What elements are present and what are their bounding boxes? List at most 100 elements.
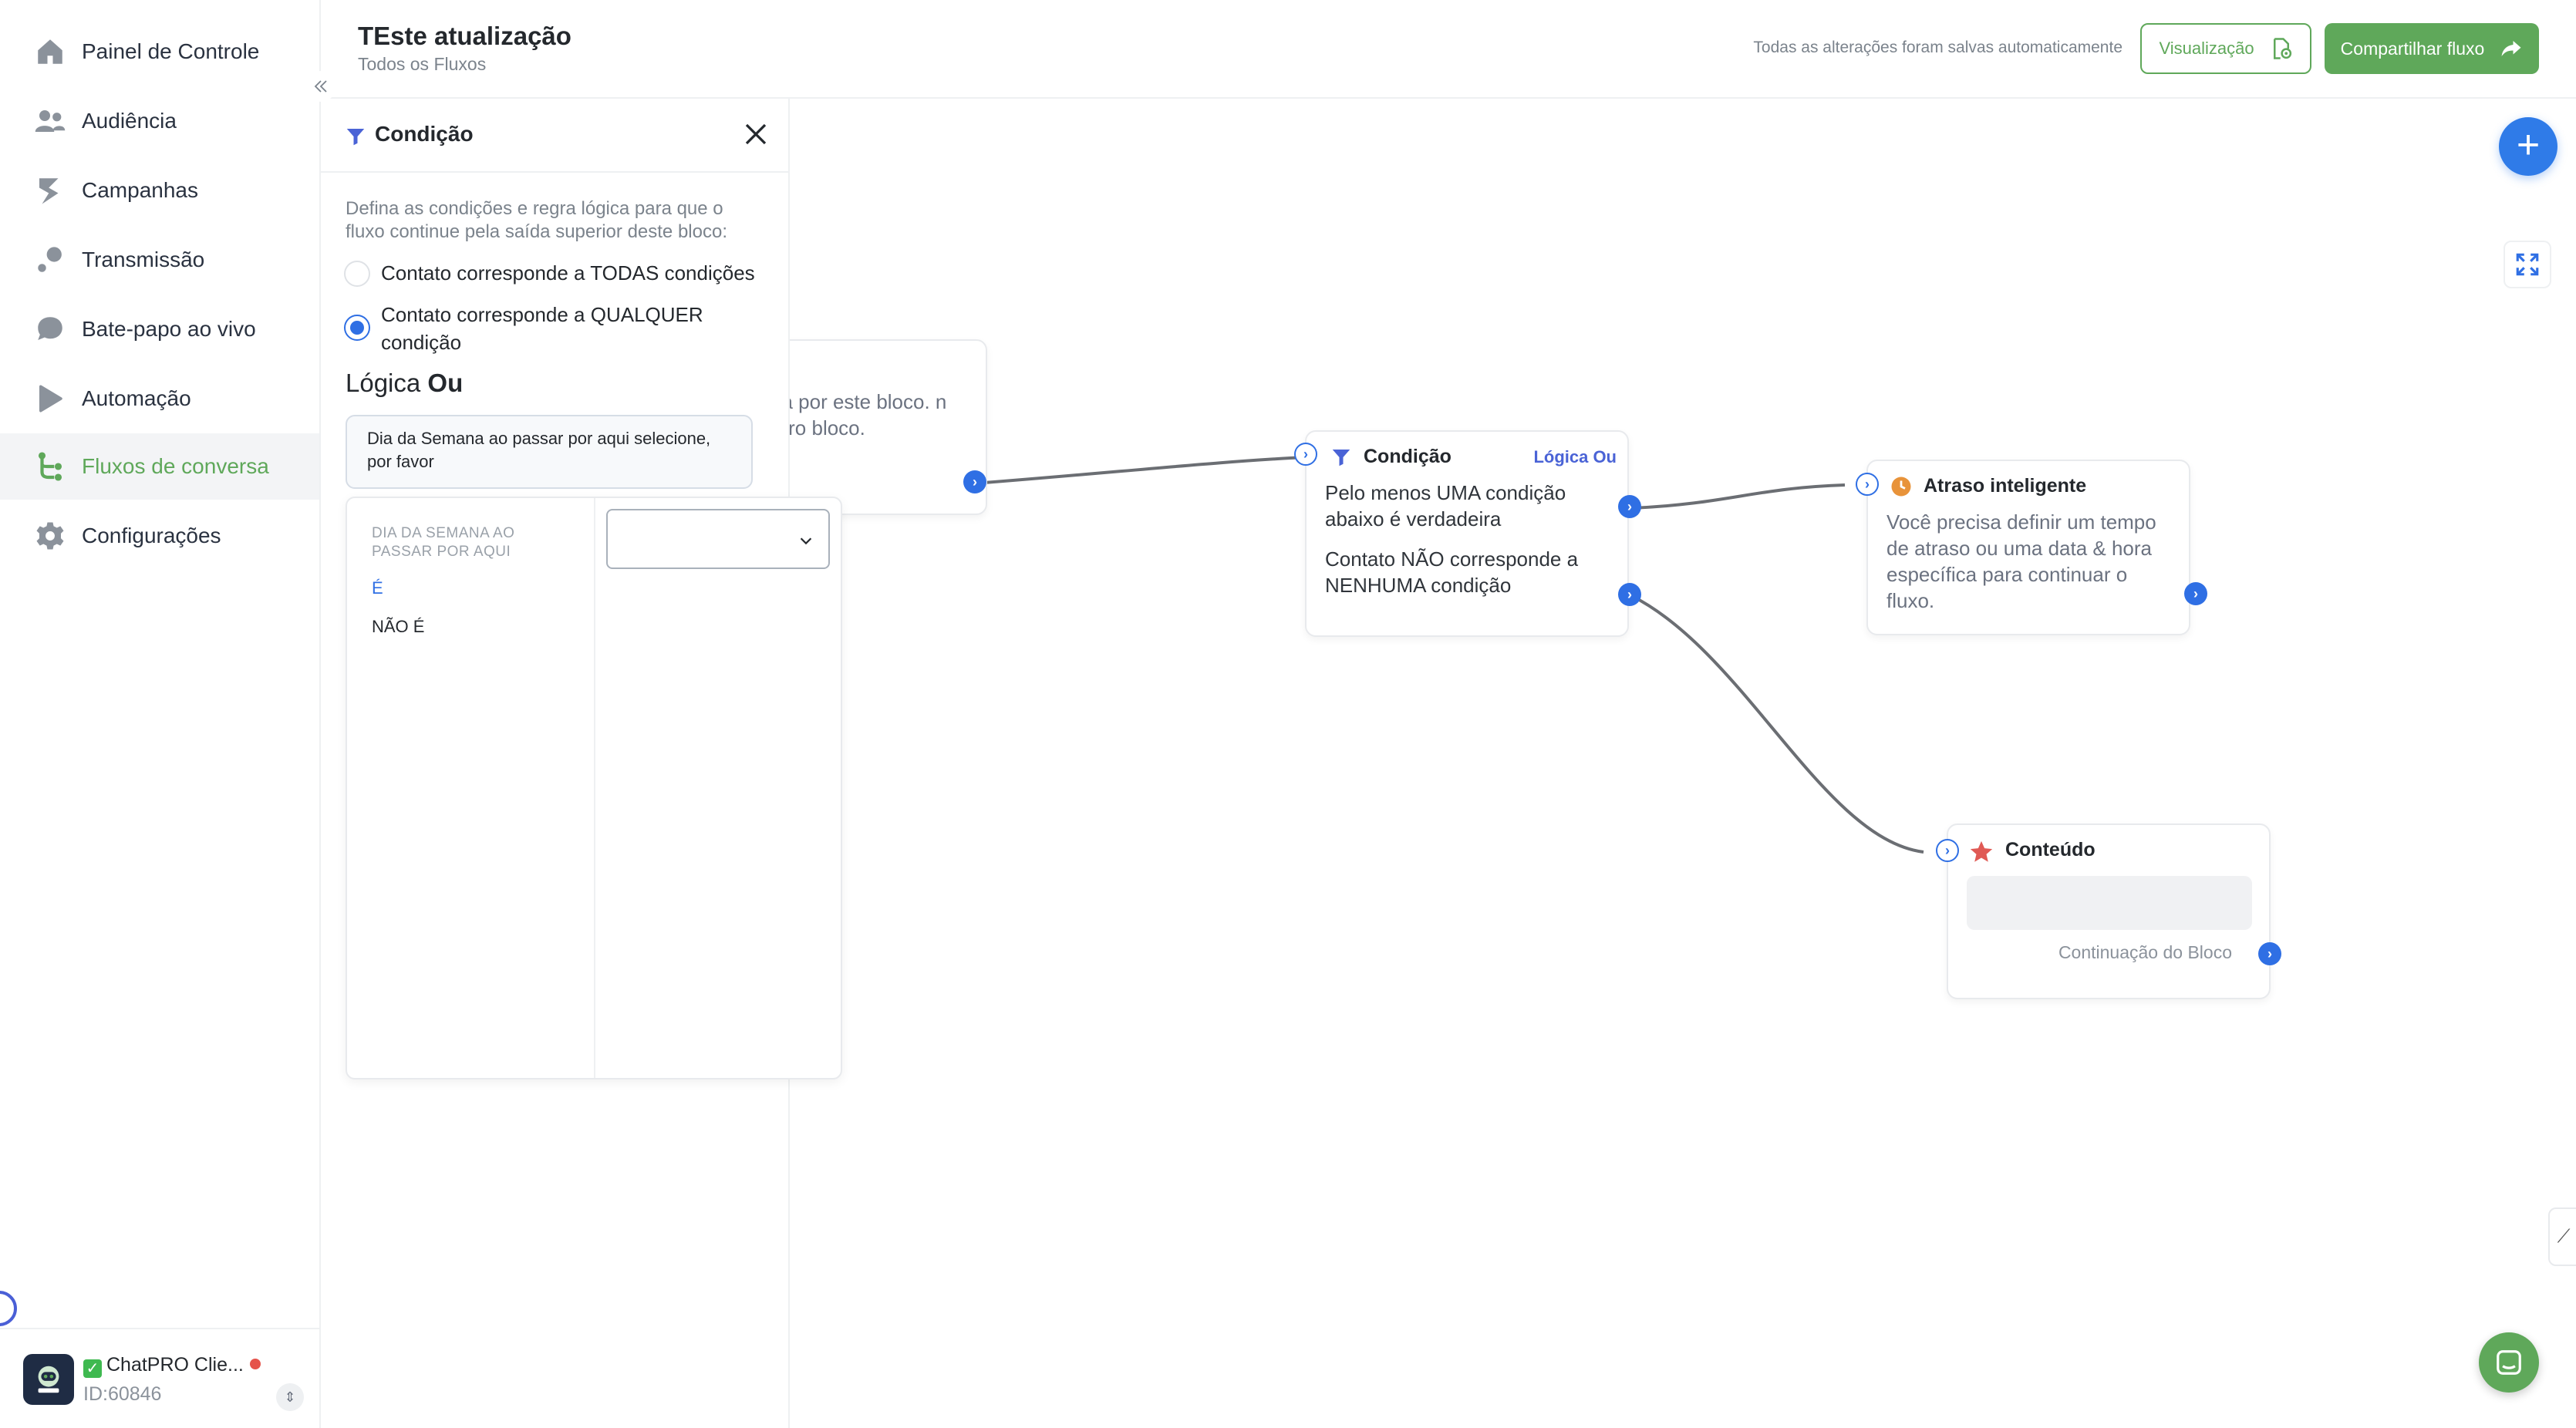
flow-canvas[interactable]: al eça por este bloco. n outro bloco. › … bbox=[790, 99, 2576, 1428]
double-chevron-left-icon bbox=[314, 80, 327, 93]
flow-connections bbox=[974, 456, 1924, 854]
radio-label: Contato corresponde a QUALQUER condição bbox=[381, 303, 703, 354]
condition-false-output-port[interactable]: › bbox=[1618, 583, 1641, 606]
condition-false-text: Contato NÃO corresponde a NENHUMA condiç… bbox=[1325, 547, 1579, 597]
automation-icon bbox=[34, 382, 66, 415]
logic-prefix: Lógica bbox=[346, 369, 421, 397]
node-title: Condição bbox=[1364, 446, 1452, 467]
radio-match-all[interactable] bbox=[344, 261, 370, 287]
sidebar-item-label: Campanhas bbox=[82, 178, 198, 202]
node-title: Conteúdo bbox=[2005, 839, 2096, 861]
sidebar-item-label: Fluxos de conversa bbox=[82, 454, 269, 478]
preview-document-icon bbox=[2273, 38, 2291, 59]
clock-icon bbox=[1891, 477, 1911, 497]
sidebar-item-label: Audiência bbox=[82, 109, 177, 133]
sidebar-item-label: Automação bbox=[82, 386, 191, 410]
sidebar-item-dashboard[interactable]: Painel de Controle bbox=[0, 19, 319, 85]
minimap-toggle-icon[interactable]: ⟋ bbox=[2548, 1207, 2576, 1266]
support-chat-button[interactable] bbox=[2479, 1332, 2539, 1393]
funnel-icon bbox=[346, 129, 365, 146]
panel-title: Condição bbox=[375, 122, 474, 146]
condition-node-input-port[interactable]: › bbox=[1294, 443, 1317, 466]
logic-value: Ou bbox=[427, 369, 464, 397]
close-icon[interactable] bbox=[742, 120, 770, 148]
sidebar-item-settings[interactable]: Configurações bbox=[0, 503, 319, 569]
sidebar-item-label: Configurações bbox=[82, 524, 221, 547]
preview-button-label: Visualização bbox=[2159, 39, 2254, 58]
sidebar-item-conversation-flows[interactable]: Fluxos de conversa bbox=[0, 433, 319, 500]
chatpro-logo-icon bbox=[38, 1366, 59, 1393]
sidebar-item-label: Painel de Controle bbox=[82, 39, 260, 63]
start-node[interactable]: al eça por este bloco. n outro bloco. bbox=[790, 339, 987, 515]
radio-label: Contato corresponde a TODAS condições bbox=[381, 261, 755, 285]
campaign-icon bbox=[34, 174, 66, 207]
save-status-text: Todas as alterações foram salvas automat… bbox=[1753, 39, 2123, 56]
condition-true-text: Pelo menos UMA condição abaixo é verdade… bbox=[1325, 481, 1566, 530]
expand-icon bbox=[2516, 253, 2539, 276]
share-flow-button[interactable]: Compartilhar fluxo bbox=[2325, 23, 2539, 74]
gear-icon bbox=[34, 520, 66, 552]
sidebar-item-label: Transmissão bbox=[82, 248, 205, 271]
node-text: Você precisa definir um tempo de atraso … bbox=[1886, 510, 2156, 612]
status-dot bbox=[250, 1359, 261, 1369]
add-block-button[interactable]: + bbox=[2499, 117, 2557, 176]
sidebar-item-broadcast[interactable]: Transmissão bbox=[0, 227, 319, 293]
delay-node-output-port[interactable]: › bbox=[2184, 582, 2207, 605]
help-circle-icon[interactable] bbox=[0, 1291, 17, 1326]
sidebar-item-live-chat[interactable]: Bate-papo ao vivo bbox=[0, 296, 319, 362]
collapse-sidebar-button[interactable] bbox=[305, 71, 336, 102]
sidebar-item-campaigns[interactable]: Campanhas bbox=[0, 157, 319, 224]
sidebar: Painel de Controle Audiência Campanhas T… bbox=[0, 0, 321, 1428]
link-condition-true-to-delay bbox=[1631, 483, 1846, 510]
condition-editor-popover: DIA DA SEMANA AO PASSAR POR AQUI É NÃO É bbox=[346, 497, 842, 1079]
condition-summary: Dia da Semana ao passar por aqui selecio… bbox=[367, 429, 711, 471]
condition-panel: Condição Defina as condições e regra lóg… bbox=[321, 99, 842, 1428]
condition-item[interactable]: Dia da Semana ao passar por aqui selecio… bbox=[346, 415, 753, 489]
chevron-down-icon bbox=[800, 537, 812, 545]
content-placeholder bbox=[1967, 876, 2252, 930]
sidebar-item-automation[interactable]: Automação bbox=[0, 365, 319, 432]
broadcast-icon bbox=[34, 244, 66, 276]
preview-button[interactable]: Visualização bbox=[2140, 23, 2311, 74]
smart-delay-node[interactable]: Atraso inteligente Você precisa definir … bbox=[1866, 460, 2190, 635]
content-node-output-port[interactable]: › bbox=[2258, 942, 2281, 965]
condition-true-output-port[interactable]: › bbox=[1618, 495, 1641, 518]
top-header: TEste atualização Todos os Fluxos Todas … bbox=[321, 0, 2576, 99]
condition-value-select[interactable] bbox=[606, 509, 830, 569]
operator-is[interactable]: É bbox=[372, 578, 383, 598]
logic-badge: Lógica Ou bbox=[1533, 447, 1617, 466]
account-switcher[interactable]: ✓ ChatPRO Clie... ID:60846 ⇕ bbox=[0, 1328, 319, 1428]
share-arrow-icon bbox=[2501, 41, 2521, 56]
operator-is-not[interactable]: NÃO É bbox=[372, 617, 424, 637]
flow-icon bbox=[34, 450, 66, 483]
users-icon bbox=[34, 105, 66, 137]
account-switch-chevrons-icon[interactable]: ⇕ bbox=[276, 1383, 304, 1411]
account-name: ChatPRO Clie... bbox=[106, 1354, 244, 1376]
account-id: ID:60846 bbox=[83, 1383, 162, 1405]
start-node-output-port[interactable]: › bbox=[963, 470, 986, 493]
condition-field-label: DIA DA SEMANA AO PASSAR POR AQUI bbox=[372, 525, 515, 560]
page-title: TEste atualização bbox=[358, 22, 572, 50]
content-node-input-port[interactable]: › bbox=[1936, 839, 1959, 862]
node-title: Atraso inteligente bbox=[1924, 475, 2087, 497]
sidebar-item-label: Bate-papo ao vivo bbox=[82, 317, 256, 341]
logic-indicator: Lógica Ou bbox=[346, 369, 463, 398]
delay-node-input-port[interactable]: › bbox=[1856, 473, 1879, 496]
condition-node[interactable]: Condição Lógica Ou Pelo menos UMA condiç… bbox=[1305, 430, 1629, 637]
match-any-option[interactable]: Contato corresponde a QUALQUER condição bbox=[344, 301, 760, 356]
node-text: eça por este bloco. n outro bloco. bbox=[790, 390, 947, 440]
continuation-label: Continuação do Bloco bbox=[2058, 942, 2232, 962]
fullscreen-button[interactable] bbox=[2504, 241, 2551, 288]
home-icon bbox=[34, 35, 66, 68]
check-badge-icon: ✓ bbox=[83, 1359, 102, 1378]
breadcrumb[interactable]: Todos os Fluxos bbox=[358, 54, 486, 75]
radio-match-any[interactable] bbox=[344, 315, 370, 341]
share-button-label: Compartilhar fluxo bbox=[2340, 38, 2485, 59]
sidebar-item-audience[interactable]: Audiência bbox=[0, 88, 319, 154]
content-node[interactable]: Conteúdo Continuação do Bloco bbox=[1947, 823, 2271, 999]
panel-description: Defina as condições e regra lógica para … bbox=[346, 198, 727, 242]
chat-bubble-icon bbox=[34, 313, 66, 345]
match-all-option[interactable]: Contato corresponde a TODAS condições bbox=[344, 259, 755, 287]
divider bbox=[594, 498, 595, 1078]
panel-header: Condição bbox=[321, 99, 788, 173]
